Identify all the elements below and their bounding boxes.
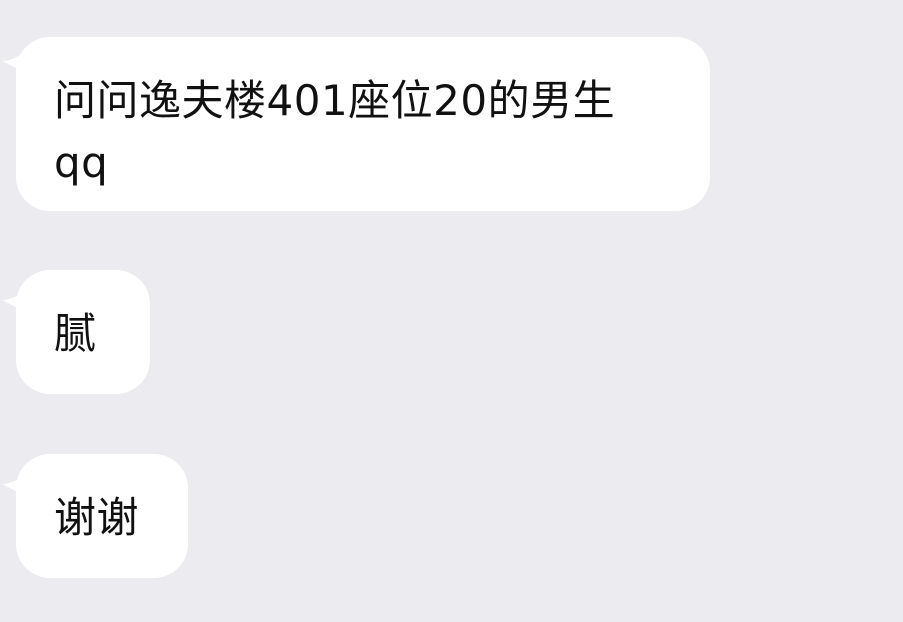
bubble-tail-icon bbox=[2, 290, 26, 312]
incoming-message-bubble[interactable]: 腻 bbox=[2, 270, 150, 394]
chat-message-list: 问问逸夫楼401座位20的男生qq 腻 谢谢 bbox=[0, 0, 903, 622]
message-text: 腻 bbox=[54, 309, 97, 358]
bubble-tail-icon bbox=[2, 51, 26, 73]
incoming-message-bubble[interactable]: 问问逸夫楼401座位20的男生qq bbox=[2, 37, 710, 211]
incoming-message-bubble[interactable]: 谢谢 bbox=[2, 454, 188, 578]
bubble-tail-icon bbox=[2, 474, 26, 496]
message-text: 问问逸夫楼401座位20的男生qq bbox=[54, 76, 616, 187]
message-text: 谢谢 bbox=[54, 493, 140, 542]
